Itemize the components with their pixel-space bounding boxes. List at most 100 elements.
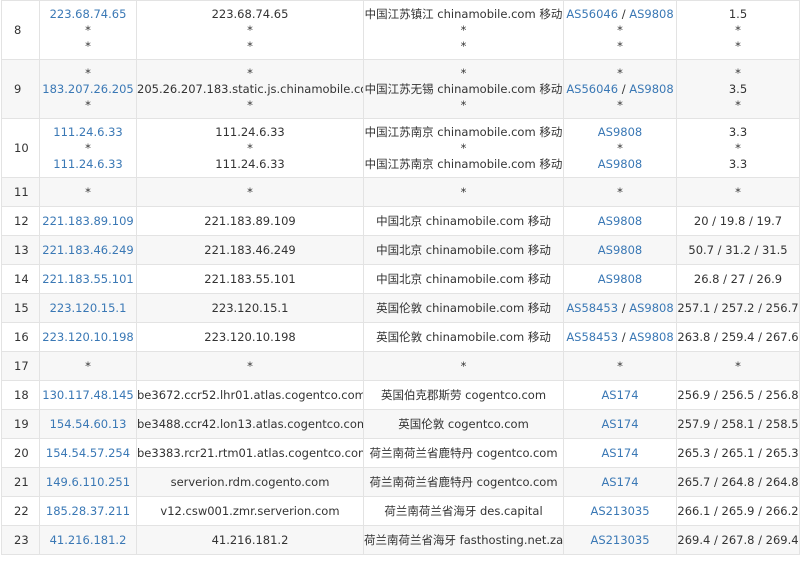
table-row: 23 41.216.181.2 41.216.181.2 荷兰南荷兰省海牙 fasth… [1,525,800,555]
hostname-value: 205.26.207.183.static.js.chinamobile.com [137,82,364,96]
ip-link[interactable]: 41.216.181.2 [41,532,136,548]
latency-value: 1.5 [728,7,748,21]
ip-link[interactable]: 183.207.26.205 [41,81,136,97]
ip-link[interactable]: 154.54.57.254 [41,445,136,461]
location-cell: 荷兰南荷兰省鹿特丹 cogentco.com [363,467,564,497]
location-value: * [460,185,467,199]
hop-number: 9 [1,59,40,119]
location-value: 中国北京 chinamobile.com 移动 [376,214,551,228]
traceroute-rows: 8 223.68.74.65 * * 223.68.74.65 * * 中国江苏镇江 chin… [1,0,800,555]
latency-value: 256.9 / 256.5 / 256.8 [677,388,799,402]
asn-link[interactable]: AS213035 [590,504,649,518]
location-cell: * [363,177,564,207]
asn-link[interactable]: AS58453 [566,330,618,344]
hostname-value: v12.csw001.zmr.serverion.com [160,504,340,518]
latency-cell: 257.9 / 258.1 / 258.5 [676,409,800,439]
location-cell: 英国伯克郡斯劳 cogentco.com [363,380,564,410]
latency-cell: 26.8 / 27 / 26.9 [676,264,800,294]
ip-link[interactable]: 221.183.46.249 [41,242,136,258]
location-value: 中国北京 chinamobile.com 移动 [376,272,551,286]
ip-link[interactable]: 111.24.6.33 [41,124,136,140]
asn-link[interactable]: AS9808 [598,214,642,228]
hostname-value: 221.183.55.101 [204,272,296,286]
ip-link[interactable]: 223.120.15.1 [41,300,136,316]
asn-line: AS213035 [565,503,676,519]
asn-value: * [617,39,623,53]
asn-value: * [617,359,623,373]
location-cell: 荷兰南荷兰省鹿特丹 cogentco.com [363,438,564,468]
asn-link[interactable]: AS56046 [566,7,618,21]
asn-line: AS174 [565,474,676,490]
asn-cell: * [563,177,677,207]
ip-link[interactable]: 154.54.60.13 [41,416,136,432]
location-value: 英国伦敦 cogentco.com [398,417,529,431]
hostname-cell: * 205.26.207.183.static.js.chinamobile.co… [136,59,364,119]
hostname-cell: serverion.rdm.cogento.com [136,467,364,497]
asn-link[interactable]: AS174 [601,475,638,489]
hostname-value: * [247,359,253,373]
ip-cell: 154.54.57.254 [39,438,137,468]
asn-link[interactable]: AS9808 [598,243,642,257]
ip-cell: 223.68.74.65 * * [39,0,137,60]
asn-link[interactable]: AS9808 [629,82,673,96]
hostname-value: 41.216.181.2 [211,533,289,547]
latency-value: 263.8 / 259.4 / 267.6 [677,330,799,344]
location-cell: 中国江苏镇江 chinamobile.com 移动 * * [363,0,564,60]
hostname-value: be3488.ccr42.lon13.atlas.cogentco.com [137,417,364,431]
ip-link[interactable]: 185.28.37.211 [41,503,136,519]
hostname-value: be3672.ccr52.lhr01.atlas.cogentco.com [137,388,364,402]
table-row: 16 223.120.10.198 223.120.10.198 英国伦敦 china… [1,322,800,352]
asn-link[interactable]: AS9808 [629,330,673,344]
hop-number: 19 [1,409,40,439]
hostname-cell: * [136,177,364,207]
location-cell: 英国伦敦 chinamobile.com 移动 [363,322,564,352]
latency-value: 265.3 / 265.1 / 265.3 [677,446,799,460]
hostname-cell: 223.68.74.65 * * [136,0,364,60]
hostname-value: 221.183.46.249 [204,243,296,257]
asn-line: AS58453 / AS9808 [565,300,676,316]
ip-cell: 130.117.48.145 [39,380,137,410]
ip-cell: 149.6.110.251 [39,467,137,497]
location-value: * [460,39,467,53]
hostname-cell: 111.24.6.33 * 111.24.6.33 [136,118,364,178]
latency-cell: * [676,351,800,381]
ip-cell: * [39,177,137,207]
asn-line: AS9808 [565,124,676,140]
table-row: 8 223.68.74.65 * * 223.68.74.65 * * 中国江苏镇江 chin… [1,0,800,60]
ip-link[interactable]: 223.120.10.198 [41,329,136,345]
location-value: 荷兰南荷兰省海牙 des.capital [384,504,543,518]
location-value: 荷兰南荷兰省鹿特丹 cogentco.com [369,446,558,460]
hostname-value: * [247,66,253,80]
hostname-value: 111.24.6.33 [215,125,285,139]
asn-link[interactable]: AS9808 [629,7,673,21]
asn-line: AS9808 [565,156,676,172]
hostname-value: 221.183.89.109 [204,214,296,228]
ip-link[interactable]: 130.117.48.145 [41,387,136,403]
asn-link[interactable]: AS9808 [629,301,673,315]
location-value: * [460,66,467,80]
asn-link[interactable]: AS56046 [566,82,618,96]
hop-number: 20 [1,438,40,468]
hostname-cell: 223.120.10.198 [136,322,364,352]
latency-cell: 257.1 / 257.2 / 256.7 [676,293,800,323]
asn-link[interactable]: AS174 [601,417,638,431]
asn-link[interactable]: AS174 [601,446,638,460]
ip-link[interactable]: 221.183.55.101 [41,271,136,287]
hop-number: 16 [1,322,40,352]
asn-cell: AS9808 [563,264,677,294]
hostname-value: * [247,185,253,199]
asn-value: * [617,141,623,155]
location-cell: 英国伦敦 chinamobile.com 移动 [363,293,564,323]
asn-link[interactable]: AS9808 [598,272,642,286]
asn-link[interactable]: AS9808 [598,125,642,139]
asn-cell: AS213035 [563,525,677,555]
location-cell: 英国伦敦 cogentco.com [363,409,564,439]
ip-link[interactable]: 111.24.6.33 [41,156,136,172]
asn-link[interactable]: AS213035 [590,533,649,547]
ip-link[interactable]: 223.68.74.65 [41,6,136,22]
ip-link[interactable]: 221.183.89.109 [41,213,136,229]
asn-link[interactable]: AS174 [601,388,638,402]
ip-link[interactable]: 149.6.110.251 [41,474,136,490]
asn-link[interactable]: AS9808 [598,157,642,171]
asn-link[interactable]: AS58453 [566,301,618,315]
